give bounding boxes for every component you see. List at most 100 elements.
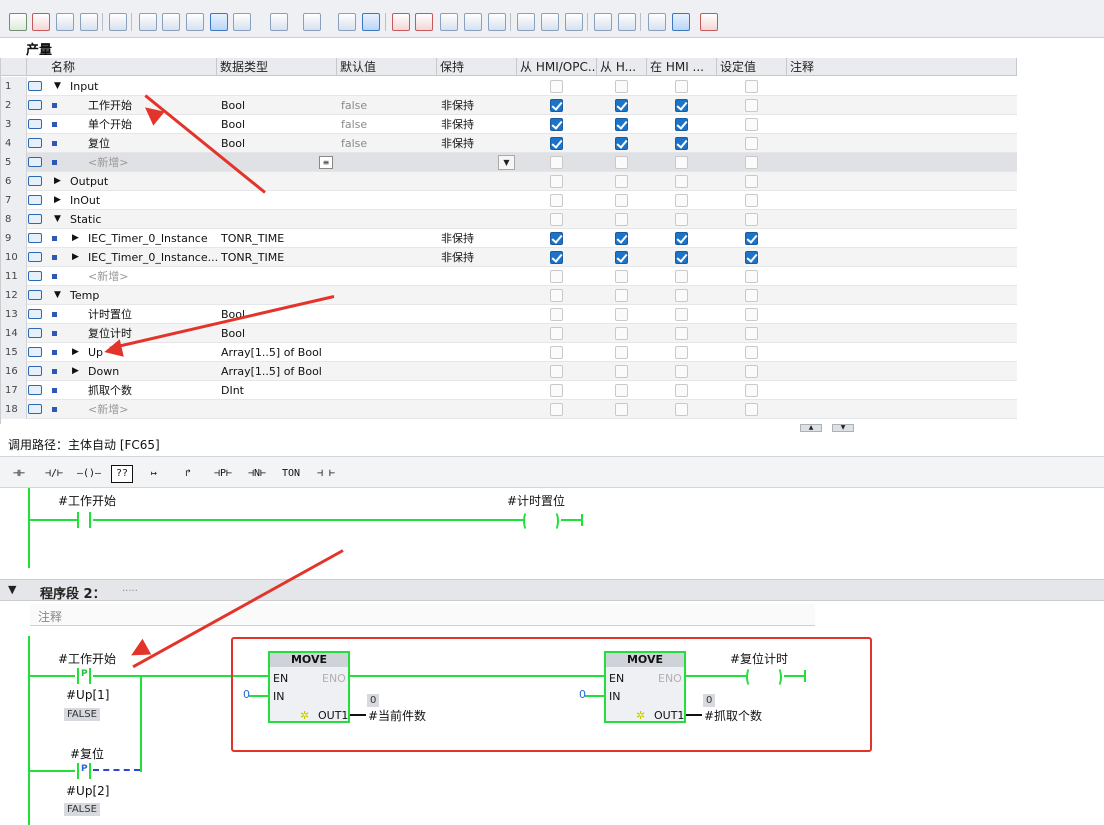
row-default[interactable]: false [341, 134, 367, 153]
row-checkbox[interactable] [675, 194, 688, 207]
row-checkbox[interactable] [615, 232, 628, 245]
row-checkbox[interactable] [550, 194, 563, 207]
collapse-icon[interactable]: ▼ [54, 290, 61, 300]
row-default[interactable]: false [341, 115, 367, 134]
row-checkbox[interactable] [745, 270, 758, 283]
expand-icon[interactable]: ▶ [54, 176, 61, 186]
empty-box-button[interactable]: ?? [111, 465, 133, 483]
table-row[interactable]: 15 ▶ Up Array[1..5] of Bool [1, 343, 1017, 362]
download-icon[interactable] [464, 13, 482, 31]
row-checkbox[interactable] [745, 251, 758, 264]
row-checkbox[interactable] [550, 156, 563, 169]
table-row[interactable]: 14 复位计时 Bool [1, 324, 1017, 343]
row-name[interactable]: <新增> [88, 400, 128, 419]
goto-next-error-icon[interactable] [415, 13, 433, 31]
row-checkbox[interactable] [675, 213, 688, 226]
row-checkbox[interactable] [615, 346, 628, 359]
row-name[interactable]: Temp [70, 286, 99, 305]
row-checkbox[interactable] [550, 99, 563, 112]
compare-button[interactable]: ⊣ ⊢ [312, 464, 340, 484]
row-checkbox[interactable] [675, 270, 688, 283]
header-type[interactable]: 数据类型 [217, 58, 337, 76]
row-data-type[interactable]: TONR_TIME [221, 229, 335, 248]
row-default[interactable]: false [341, 96, 367, 115]
row-checkbox[interactable] [615, 365, 628, 378]
move2-out-target[interactable]: #抓取个数 [704, 707, 762, 724]
row-checkbox[interactable] [675, 137, 688, 150]
move-block-1[interactable]: MOVE EN ENO IN ✲ OUT1 [268, 651, 350, 723]
row-checkbox[interactable] [675, 251, 688, 264]
row-checkbox[interactable] [615, 403, 628, 416]
go-offline-icon[interactable] [618, 13, 636, 31]
insert-row-icon[interactable] [9, 13, 27, 31]
table-row[interactable]: 16 ▶ Down Array[1..5] of Bool [1, 362, 1017, 381]
row-checkbox[interactable] [675, 308, 688, 321]
row-name[interactable]: 计时置位 [88, 305, 132, 324]
nc-contact-button[interactable]: ⊣/⊢ [40, 464, 68, 484]
table-row[interactable]: 13 计时置位 Bool [1, 305, 1017, 324]
row-checkbox[interactable] [745, 384, 758, 397]
row-checkbox[interactable] [550, 308, 563, 321]
favorites-icon[interactable] [303, 13, 321, 31]
move-block-2[interactable]: MOVE EN ENO IN ✲ OUT1 [604, 651, 686, 723]
row-name[interactable]: IEC_Timer_0_Instance... [88, 248, 218, 267]
row-checkbox[interactable] [675, 80, 688, 93]
row-checkbox[interactable] [745, 80, 758, 93]
table-row[interactable]: 11 <新增> [1, 267, 1017, 286]
row-data-type[interactable]: DInt [221, 381, 335, 400]
row-data-type[interactable]: Bool [221, 96, 335, 115]
table-row[interactable]: 17 抓取个数 DInt [1, 381, 1017, 400]
network2-header[interactable]: ▼ 程序段 2： ..... [0, 579, 1104, 602]
row-name[interactable]: IEC_Timer_0_Instance [88, 229, 208, 248]
row-name[interactable]: Static [70, 210, 101, 229]
close-branch-button[interactable]: ↱ [175, 464, 201, 484]
row-checkbox[interactable] [550, 137, 563, 150]
network1-contact[interactable] [75, 512, 93, 528]
table-row[interactable]: 8 ▼ Static [1, 210, 1017, 229]
row-checkbox[interactable] [550, 384, 563, 397]
header-in-hmi[interactable]: 在 HMI ... [647, 58, 717, 76]
goto-error-icon[interactable] [392, 13, 410, 31]
row-checkbox[interactable] [745, 156, 758, 169]
table-row[interactable]: 18 <新增> [1, 400, 1017, 419]
row-checkbox[interactable] [615, 156, 628, 169]
row-checkbox[interactable] [615, 80, 628, 93]
scroll-up-icon[interactable]: ▲ [800, 424, 822, 432]
ton-button[interactable]: TON [278, 464, 304, 484]
row-checkbox[interactable] [615, 327, 628, 340]
header-default[interactable]: 默认值 [337, 58, 437, 76]
abs-address-icon[interactable] [233, 13, 251, 31]
database-icon[interactable] [700, 13, 718, 31]
table-row[interactable]: 7 ▶ InOut [1, 191, 1017, 210]
type-picker-icon[interactable]: ≡ [319, 156, 333, 169]
row-checkbox[interactable] [745, 346, 758, 359]
row-data-type[interactable]: Bool [221, 134, 335, 153]
network2-comment[interactable]: 注释 [30, 604, 815, 626]
header-comment[interactable]: 注释 [787, 58, 1017, 76]
row-name[interactable]: InOut [70, 191, 100, 210]
table-row[interactable]: 10 ▶ IEC_Timer_0_Instance... TONR_TIME 非保持 [1, 248, 1017, 267]
row-checkbox[interactable] [675, 232, 688, 245]
table-row[interactable]: 9 ▶ IEC_Timer_0_Instance TONR_TIME 非保持 [1, 229, 1017, 248]
row-checkbox[interactable] [675, 327, 688, 340]
expand-icon[interactable]: ▶ [72, 347, 79, 357]
row-name[interactable]: Down [88, 362, 119, 381]
row-retain[interactable]: 非保持 [441, 134, 474, 153]
table-row[interactable]: 5 <新增> ≡ ▼ [1, 153, 1017, 172]
n-contact-button[interactable]: ⊣N⊢ [242, 464, 272, 484]
move2-in-value[interactable]: 0 [579, 688, 586, 701]
row-checkbox[interactable] [550, 270, 563, 283]
row-checkbox[interactable] [745, 327, 758, 340]
row-checkbox[interactable] [745, 213, 758, 226]
row-checkbox[interactable] [550, 346, 563, 359]
row-checkbox[interactable] [550, 251, 563, 264]
glasses-icon[interactable] [672, 13, 690, 31]
row-name[interactable]: 抓取个数 [88, 381, 132, 400]
row-checkbox[interactable] [745, 137, 758, 150]
view-icon[interactable] [186, 13, 204, 31]
network1-coil-label[interactable]: #计时置位 [507, 492, 565, 509]
close-block-icon[interactable] [565, 13, 583, 31]
row-checkbox[interactable] [745, 308, 758, 321]
open-block-icon[interactable] [541, 13, 559, 31]
row-checkbox[interactable] [675, 175, 688, 188]
